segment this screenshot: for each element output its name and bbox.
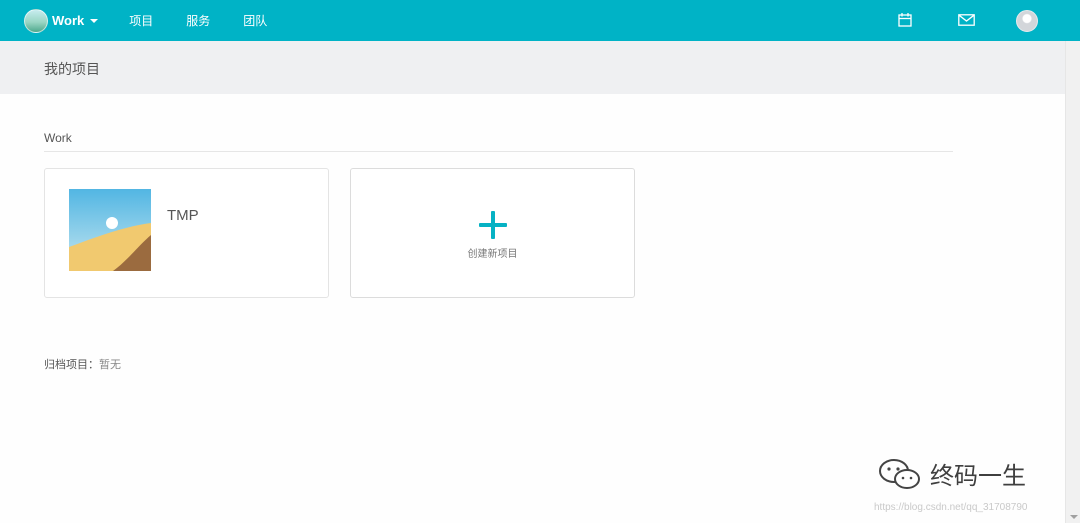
scroll-down-arrow-icon[interactable] bbox=[1070, 515, 1078, 519]
archive-label: 归档项目： bbox=[44, 359, 99, 371]
watermark-brand-text: 终码一生 bbox=[930, 463, 1026, 490]
create-project-card[interactable]: 创建新项目 bbox=[350, 168, 635, 298]
group-divider bbox=[44, 151, 953, 152]
nav-item-services[interactable]: 服务 bbox=[186, 12, 210, 29]
create-project-label: 创建新项目 bbox=[467, 249, 518, 260]
chevron-down-icon bbox=[90, 19, 99, 23]
workspace-name: Work bbox=[52, 13, 85, 28]
nav-item-projects[interactable]: 项目 bbox=[129, 12, 153, 29]
page-title: 我的项目 bbox=[44, 61, 100, 77]
group-title: Work bbox=[44, 131, 72, 145]
user-avatar[interactable] bbox=[1016, 10, 1038, 32]
nav-item-team[interactable]: 团队 bbox=[243, 12, 267, 29]
project-thumbnail bbox=[69, 189, 151, 271]
project-card[interactable]: TMP bbox=[44, 168, 329, 298]
project-name: TMP bbox=[167, 207, 199, 224]
workspace-logo-icon bbox=[24, 8, 48, 33]
watermark-brand: 终码一生 bbox=[878, 456, 1026, 491]
archive-value: 暂无 bbox=[99, 359, 121, 371]
wechat-icon bbox=[879, 458, 920, 489]
watermark-url: https://blog.csdn.net/qq_31708790 bbox=[874, 502, 1028, 513]
vertical-scrollbar[interactable] bbox=[1065, 41, 1080, 523]
page-header: 我的项目 bbox=[0, 41, 1065, 94]
calendar-icon[interactable] bbox=[898, 12, 912, 28]
archive-section: 归档项目：暂无 bbox=[44, 356, 121, 372]
workspace-switcher[interactable]: Work bbox=[24, 8, 99, 33]
top-navbar: Work 项目 服务 团队 bbox=[0, 0, 1080, 41]
mail-icon[interactable] bbox=[958, 14, 975, 26]
plus-icon bbox=[479, 211, 507, 239]
